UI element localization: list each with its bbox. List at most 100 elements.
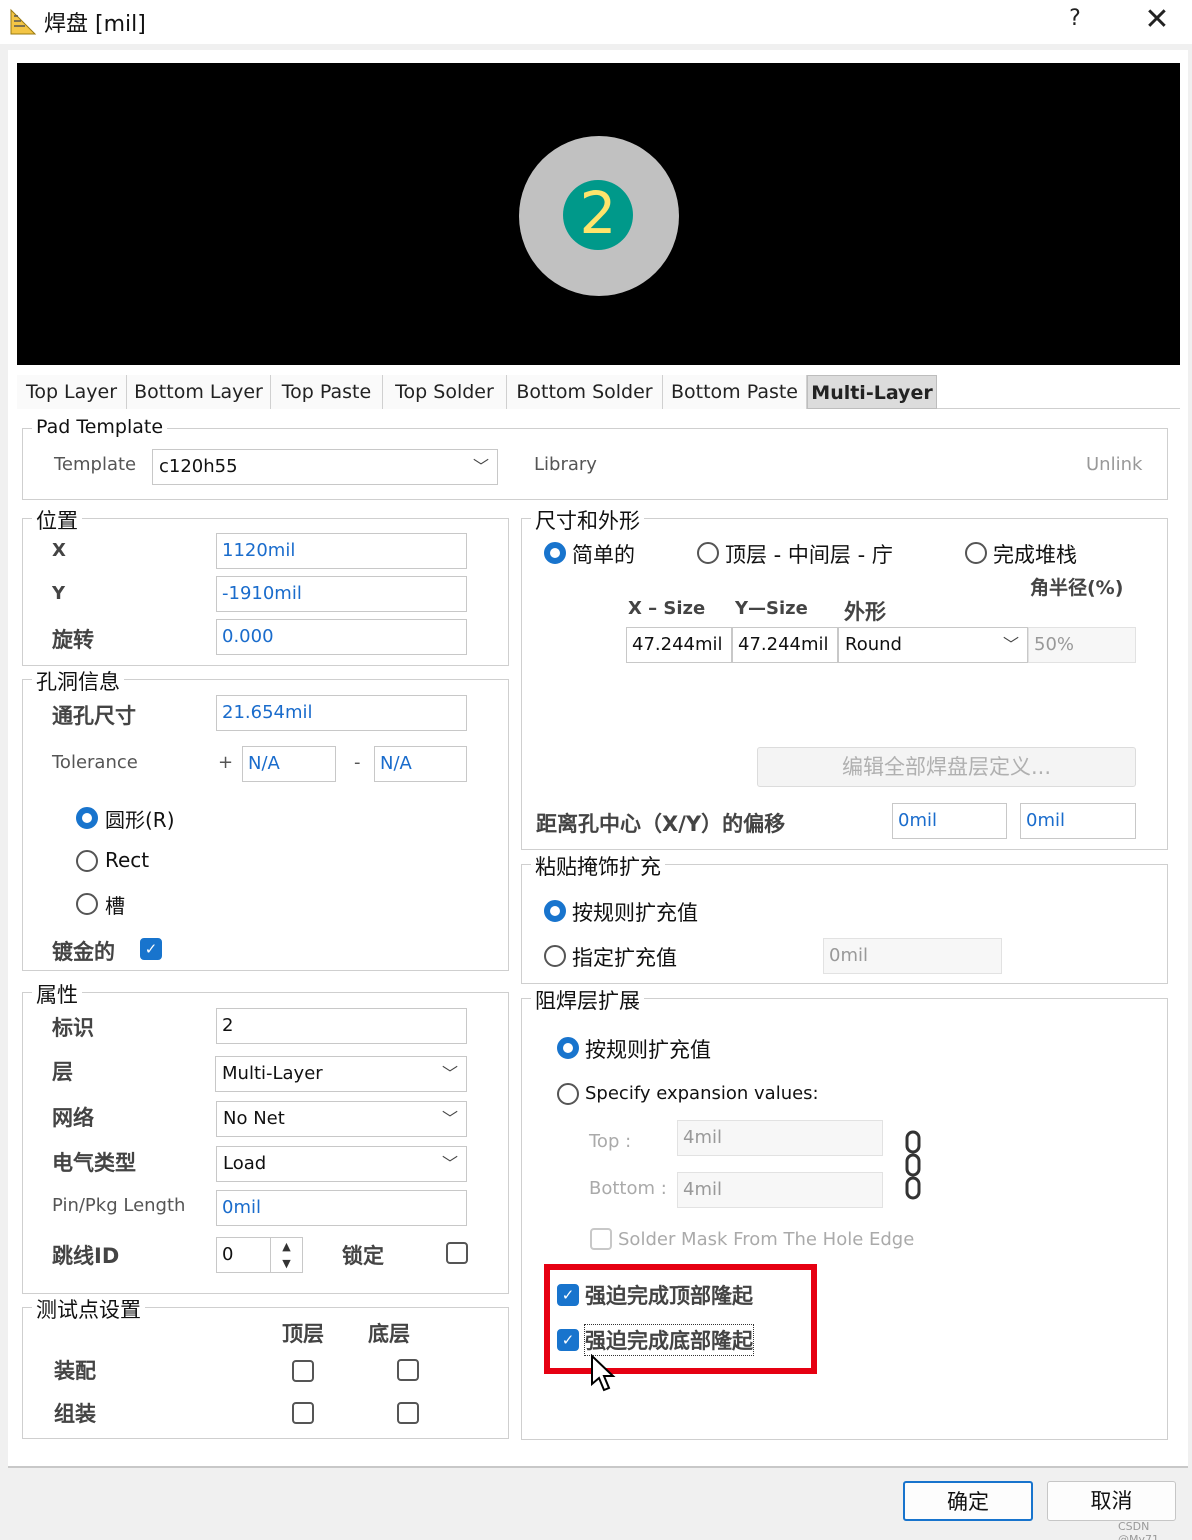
chevron-down-icon: ﹀ <box>441 1064 458 1083</box>
chevron-down-icon: ﹀ <box>441 1109 458 1128</box>
layer-select[interactable]: Multi-Layer ﹀ <box>215 1056 467 1092</box>
lock-label: 锁定 <box>342 1244 384 1268</box>
tolerance-plus: + <box>218 752 234 773</box>
paste-rule-label: 按规则扩充值 <box>572 901 698 925</box>
tab-bottom-paste[interactable]: Bottom Paste <box>663 375 807 409</box>
full-stack-radio[interactable] <box>965 542 987 564</box>
tab-top-solder[interactable]: Top Solder <box>383 375 507 409</box>
paste-specify-radio[interactable] <box>544 945 566 967</box>
simple-radio[interactable] <box>544 542 566 564</box>
cancel-button[interactable]: 取消 <box>1047 1481 1176 1521</box>
solder-rule-radio[interactable] <box>557 1037 579 1059</box>
corner-radius-input[interactable]: 50% <box>1028 627 1136 663</box>
library-label: Library <box>534 454 597 475</box>
testpoint-top-label: 顶层 <box>282 1322 324 1346</box>
full-stack-label: 完成堆栈 <box>993 543 1077 567</box>
solder-top-input[interactable]: 4mil <box>677 1120 883 1156</box>
solder-bottom-label: Bottom : <box>589 1178 667 1199</box>
window-title: 焊盘 [mil] <box>44 12 146 37</box>
y-input[interactable]: -1910mil <box>216 576 467 612</box>
chevron-down-icon: ﹀ <box>472 457 489 476</box>
rotation-input[interactable]: 0.000 <box>216 619 467 655</box>
help-button[interactable]: ? <box>1060 6 1090 31</box>
size-shape-heading: 尺寸和外形 <box>531 505 644 535</box>
solder-bottom-input[interactable]: 4mil <box>677 1172 883 1208</box>
unlink-button[interactable]: Unlink <box>1086 454 1142 475</box>
net-value: No Net <box>223 1108 285 1129</box>
shape-value: Round <box>845 634 902 655</box>
designator-input[interactable]: 2 <box>216 1008 467 1044</box>
shape-select[interactable]: Round ﹀ <box>838 627 1028 663</box>
tab-bottom-layer[interactable]: Bottom Layer <box>127 375 271 409</box>
fab-top-checkbox[interactable] <box>292 1360 314 1382</box>
spin-down-icon[interactable]: ▼ <box>271 1255 302 1272</box>
watermark: CSDN @My71 <box>1118 1520 1159 1540</box>
electrical-type-label: 电气类型 <box>52 1151 136 1175</box>
hole-round-radio[interactable] <box>76 807 98 829</box>
paste-rule-radio[interactable] <box>544 900 566 922</box>
solder-specify-radio[interactable] <box>557 1083 579 1105</box>
tolerance-plus-input[interactable]: N/A <box>242 746 336 782</box>
close-icon[interactable]: ✕ <box>1140 2 1174 37</box>
lock-checkbox[interactable] <box>446 1242 468 1264</box>
tab-top-layer[interactable]: Top Layer <box>17 375 127 409</box>
corner-radius-label: 角半径(%) <box>1030 577 1124 599</box>
chevron-down-icon: ﹀ <box>441 1154 458 1173</box>
plated-checkbox[interactable]: ✓ <box>140 938 162 960</box>
designator-label: 标识 <box>52 1016 94 1040</box>
footer-separator <box>8 1466 1188 1468</box>
offset-y-input[interactable]: 0mil <box>1020 803 1136 839</box>
assy-label: 组装 <box>54 1402 96 1426</box>
top-mid-bottom-radio[interactable] <box>697 542 719 564</box>
fab-bottom-checkbox[interactable] <box>397 1359 419 1381</box>
properties-heading: 属性 <box>32 979 82 1009</box>
y-label: Y <box>52 583 66 604</box>
hole-edge-label: Solder Mask From The Hole Edge <box>618 1229 915 1250</box>
paste-specify-input[interactable]: 0mil <box>823 938 1002 974</box>
tab-bottom-solder[interactable]: Bottom Solder <box>507 375 663 409</box>
solder-top-label: Top : <box>589 1131 632 1152</box>
hole-slot-radio[interactable] <box>76 893 98 915</box>
chain-link-icon[interactable] <box>902 1130 924 1200</box>
tab-top-paste[interactable]: Top Paste <box>271 375 383 409</box>
hole-edge-checkbox[interactable] <box>590 1228 612 1250</box>
x-input[interactable]: 1120mil <box>216 533 467 569</box>
jumper-id-spinner[interactable]: ▲ ▼ <box>270 1238 302 1272</box>
x-size-input[interactable]: 47.244mil <box>626 627 732 663</box>
solder-mask-heading: 阻焊层扩展 <box>531 985 644 1015</box>
tab-multi-layer[interactable]: Multi-Layer <box>807 375 937 409</box>
paste-mask-heading: 粘贴掩饰扩充 <box>531 851 665 881</box>
pin-pkg-length-label: Pin/Pkg Length <box>52 1195 186 1216</box>
fab-label: 装配 <box>54 1359 96 1383</box>
edit-all-layers-button[interactable]: 编辑全部焊盘层定义... <box>757 747 1136 787</box>
position-heading: 位置 <box>32 505 82 535</box>
ok-button[interactable]: 确定 <box>903 1481 1033 1521</box>
offset-x-input[interactable]: 0mil <box>892 803 1007 839</box>
y-size-input[interactable]: 47.244mil <box>732 627 838 663</box>
highlight-box <box>544 1264 817 1374</box>
pad-number: 2 <box>579 179 617 247</box>
electrical-type-select[interactable]: Load ﹀ <box>216 1146 467 1182</box>
jumper-id-label: 跳线ID <box>52 1244 120 1268</box>
assy-bottom-checkbox[interactable] <box>397 1402 419 1424</box>
tolerance-minus-input[interactable]: N/A <box>374 746 467 782</box>
assy-top-checkbox[interactable] <box>292 1402 314 1424</box>
tolerance-label: Tolerance <box>52 752 138 773</box>
pad-template-heading: Pad Template <box>32 416 168 438</box>
plated-label: 镀金的 <box>52 940 115 964</box>
y-size-label: Y—Size <box>735 598 808 619</box>
template-select[interactable]: c120h55 ﹀ <box>152 449 498 485</box>
pin-pkg-length-input[interactable]: 0mil <box>216 1190 467 1226</box>
hole-rect-label: Rect <box>105 848 150 872</box>
spin-up-icon[interactable]: ▲ <box>271 1238 302 1255</box>
mouse-cursor-icon <box>591 1354 616 1392</box>
net-label: 网络 <box>52 1106 94 1130</box>
layer-label: 层 <box>52 1060 73 1084</box>
hole-size-input[interactable]: 21.654mil <box>216 695 467 731</box>
testpoint-heading: 测试点设置 <box>32 1294 145 1324</box>
hole-size-label: 通孔尺寸 <box>52 704 136 728</box>
hole-rect-radio[interactable] <box>76 850 98 872</box>
net-select[interactable]: No Net ﹀ <box>216 1101 467 1137</box>
tolerance-minus: - <box>354 752 361 773</box>
template-value: c120h55 <box>159 456 238 477</box>
